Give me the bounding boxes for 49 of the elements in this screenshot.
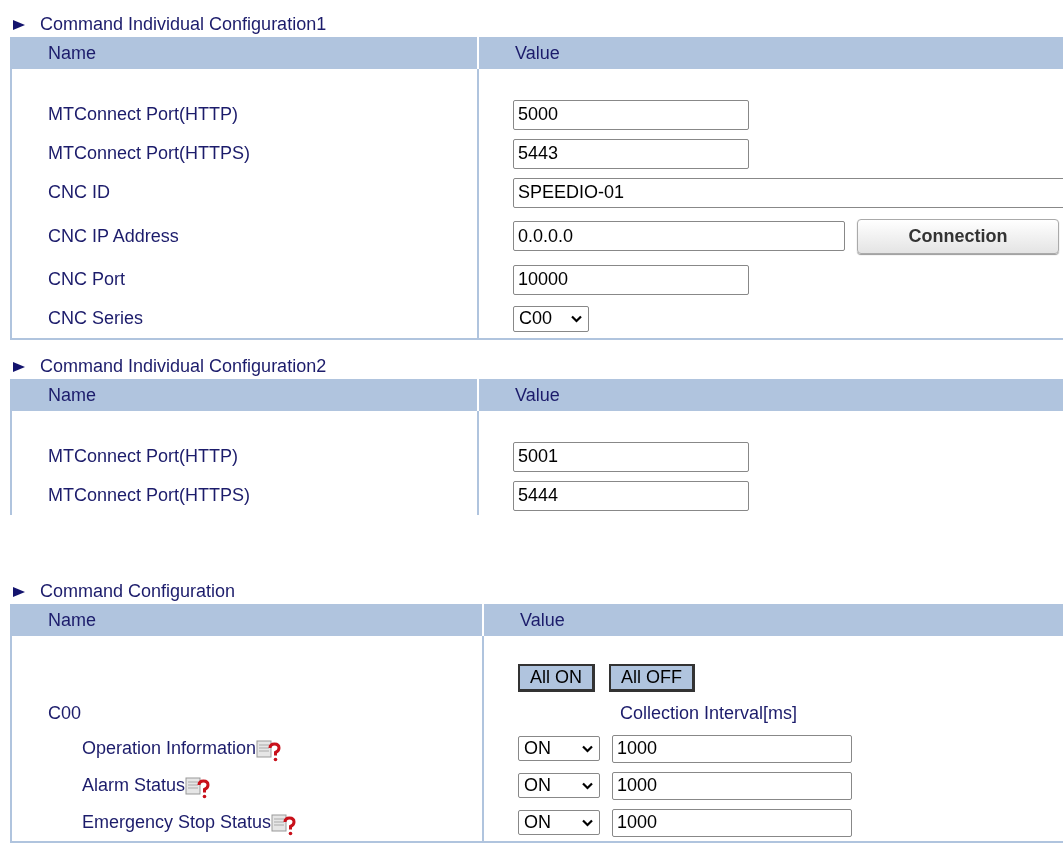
- section-title: Command Configuration: [40, 581, 236, 602]
- input-field[interactable]: 5443: [513, 138, 749, 169]
- column-header: Name: [48, 609, 96, 631]
- input-field[interactable]: SPEEDIO-01: [513, 177, 1063, 208]
- help-icon[interactable]: [256, 738, 283, 763]
- column-header: Name: [48, 384, 96, 406]
- toggle-all-button[interactable]: All OFF: [609, 664, 695, 692]
- chevron-down-icon: [582, 818, 593, 827]
- triangle-icon: [12, 18, 26, 31]
- field-label: CNC ID: [48, 182, 110, 203]
- section-title: Command Individual Configuration1: [40, 14, 327, 35]
- field-label: CNC Port: [48, 269, 125, 290]
- group-label: C00: [48, 702, 82, 724]
- column-header: Value: [515, 42, 560, 63]
- help-icon[interactable]: [185, 775, 212, 800]
- select-field[interactable]: ON: [518, 773, 600, 798]
- input-field[interactable]: 0.0.0.0: [513, 221, 845, 251]
- section-title: Command Individual Configuration2: [40, 356, 327, 377]
- input-field[interactable]: 5001: [513, 441, 749, 472]
- column-header: Value: [520, 609, 565, 630]
- triangle-icon: [12, 585, 26, 598]
- input-field[interactable]: 1000: [612, 771, 852, 800]
- chevron-down-icon: [582, 781, 593, 790]
- input-field[interactable]: 10000: [513, 264, 749, 295]
- input-field[interactable]: 5444: [513, 480, 749, 511]
- field-label: MTConnect Port(HTTPS): [48, 143, 251, 164]
- field-label: CNC Series: [48, 308, 144, 329]
- toggle-all-button[interactable]: All ON: [518, 664, 595, 692]
- item-label: Alarm Status: [82, 775, 186, 796]
- chevron-down-icon: [571, 314, 582, 323]
- column-header: Name: [48, 42, 96, 64]
- field-label: MTConnect Port(HTTPS): [48, 485, 251, 506]
- item-label: Operation Information: [82, 738, 257, 759]
- triangle-icon: [12, 360, 26, 373]
- item-label: Emergency Stop Status: [82, 812, 272, 833]
- field-label: CNC IP Address: [48, 225, 179, 247]
- select-field[interactable]: C00: [513, 305, 589, 332]
- input-field[interactable]: 1000: [612, 734, 852, 763]
- help-icon[interactable]: [271, 812, 298, 837]
- column-header: Value: [515, 384, 560, 405]
- select-field[interactable]: ON: [518, 810, 600, 835]
- column-heading: Collection Interval[ms]: [619, 702, 798, 724]
- select-field[interactable]: ON: [518, 736, 600, 761]
- field-label: MTConnect Port(HTTP): [48, 104, 239, 125]
- field-label: MTConnect Port(HTTP): [48, 446, 239, 467]
- input-field[interactable]: 1000: [612, 808, 852, 837]
- chevron-down-icon: [582, 744, 593, 753]
- input-field[interactable]: 5000: [513, 99, 749, 130]
- connection-button[interactable]: Connection: [857, 218, 1059, 254]
